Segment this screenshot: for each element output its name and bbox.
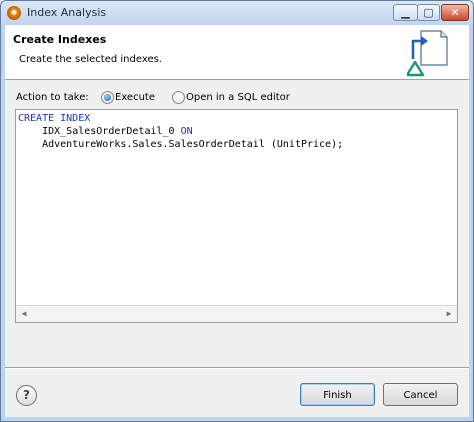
code-line: AdventureWorks.Sales.SalesOrderDetail (U…: [18, 138, 343, 151]
radio-circle: [172, 91, 185, 104]
title-bar[interactable]: Index Analysis ▁ ▢ ✕: [1, 1, 473, 25]
window-title: Index Analysis: [27, 6, 107, 19]
dialog-client-area: Create Indexes Create the selected index…: [5, 25, 469, 417]
open-in-sql-editor-radio[interactable]: [172, 91, 185, 104]
execute-radio[interactable]: [101, 91, 114, 104]
radio-selected-dot: [104, 94, 111, 101]
banner-title: Create Indexes: [13, 33, 107, 46]
footer-separator: [5, 367, 469, 369]
maximize-button[interactable]: ▢: [417, 4, 440, 21]
index-name-text: IDX_SalesOrderDetail_0: [42, 126, 181, 137]
eclipse-app-icon: [7, 6, 21, 20]
table-column-text: AdventureWorks.Sales.SalesOrderDetail (U…: [42, 139, 344, 150]
index-analysis-window: Index Analysis ▁ ▢ ✕ Create Indexes Crea…: [0, 0, 474, 422]
minimize-button[interactable]: ▁: [393, 4, 418, 21]
code-line: CREATE INDEX: [18, 112, 90, 125]
help-button[interactable]: ?: [16, 385, 37, 406]
wizard-banner: Create Indexes Create the selected index…: [5, 25, 469, 80]
action-to-take-label: Action to take:: [16, 92, 89, 103]
scroll-left-arrow-icon[interactable]: ◀: [16, 306, 32, 322]
execute-radio-label[interactable]: Execute: [115, 92, 155, 103]
code-line: IDX_SalesOrderDetail_0 ON: [18, 125, 193, 138]
cancel-button[interactable]: Cancel: [383, 383, 458, 406]
new-index-file-icon: [407, 30, 448, 77]
sql-keyword: CREATE INDEX: [18, 113, 91, 124]
scroll-right-arrow-icon[interactable]: ▶: [441, 306, 457, 322]
banner-description: Create the selected indexes.: [19, 54, 162, 65]
close-button[interactable]: ✕: [441, 4, 469, 21]
horizontal-scrollbar[interactable]: ◀ ▶: [16, 305, 457, 322]
sql-keyword: ON: [180, 126, 193, 137]
sql-preview-editor[interactable]: CREATE INDEX IDX_SalesOrderDetail_0 ON A…: [15, 109, 458, 323]
finish-button[interactable]: Finish: [300, 383, 375, 406]
open-in-sql-editor-radio-label[interactable]: Open in a SQL editor: [186, 92, 290, 103]
